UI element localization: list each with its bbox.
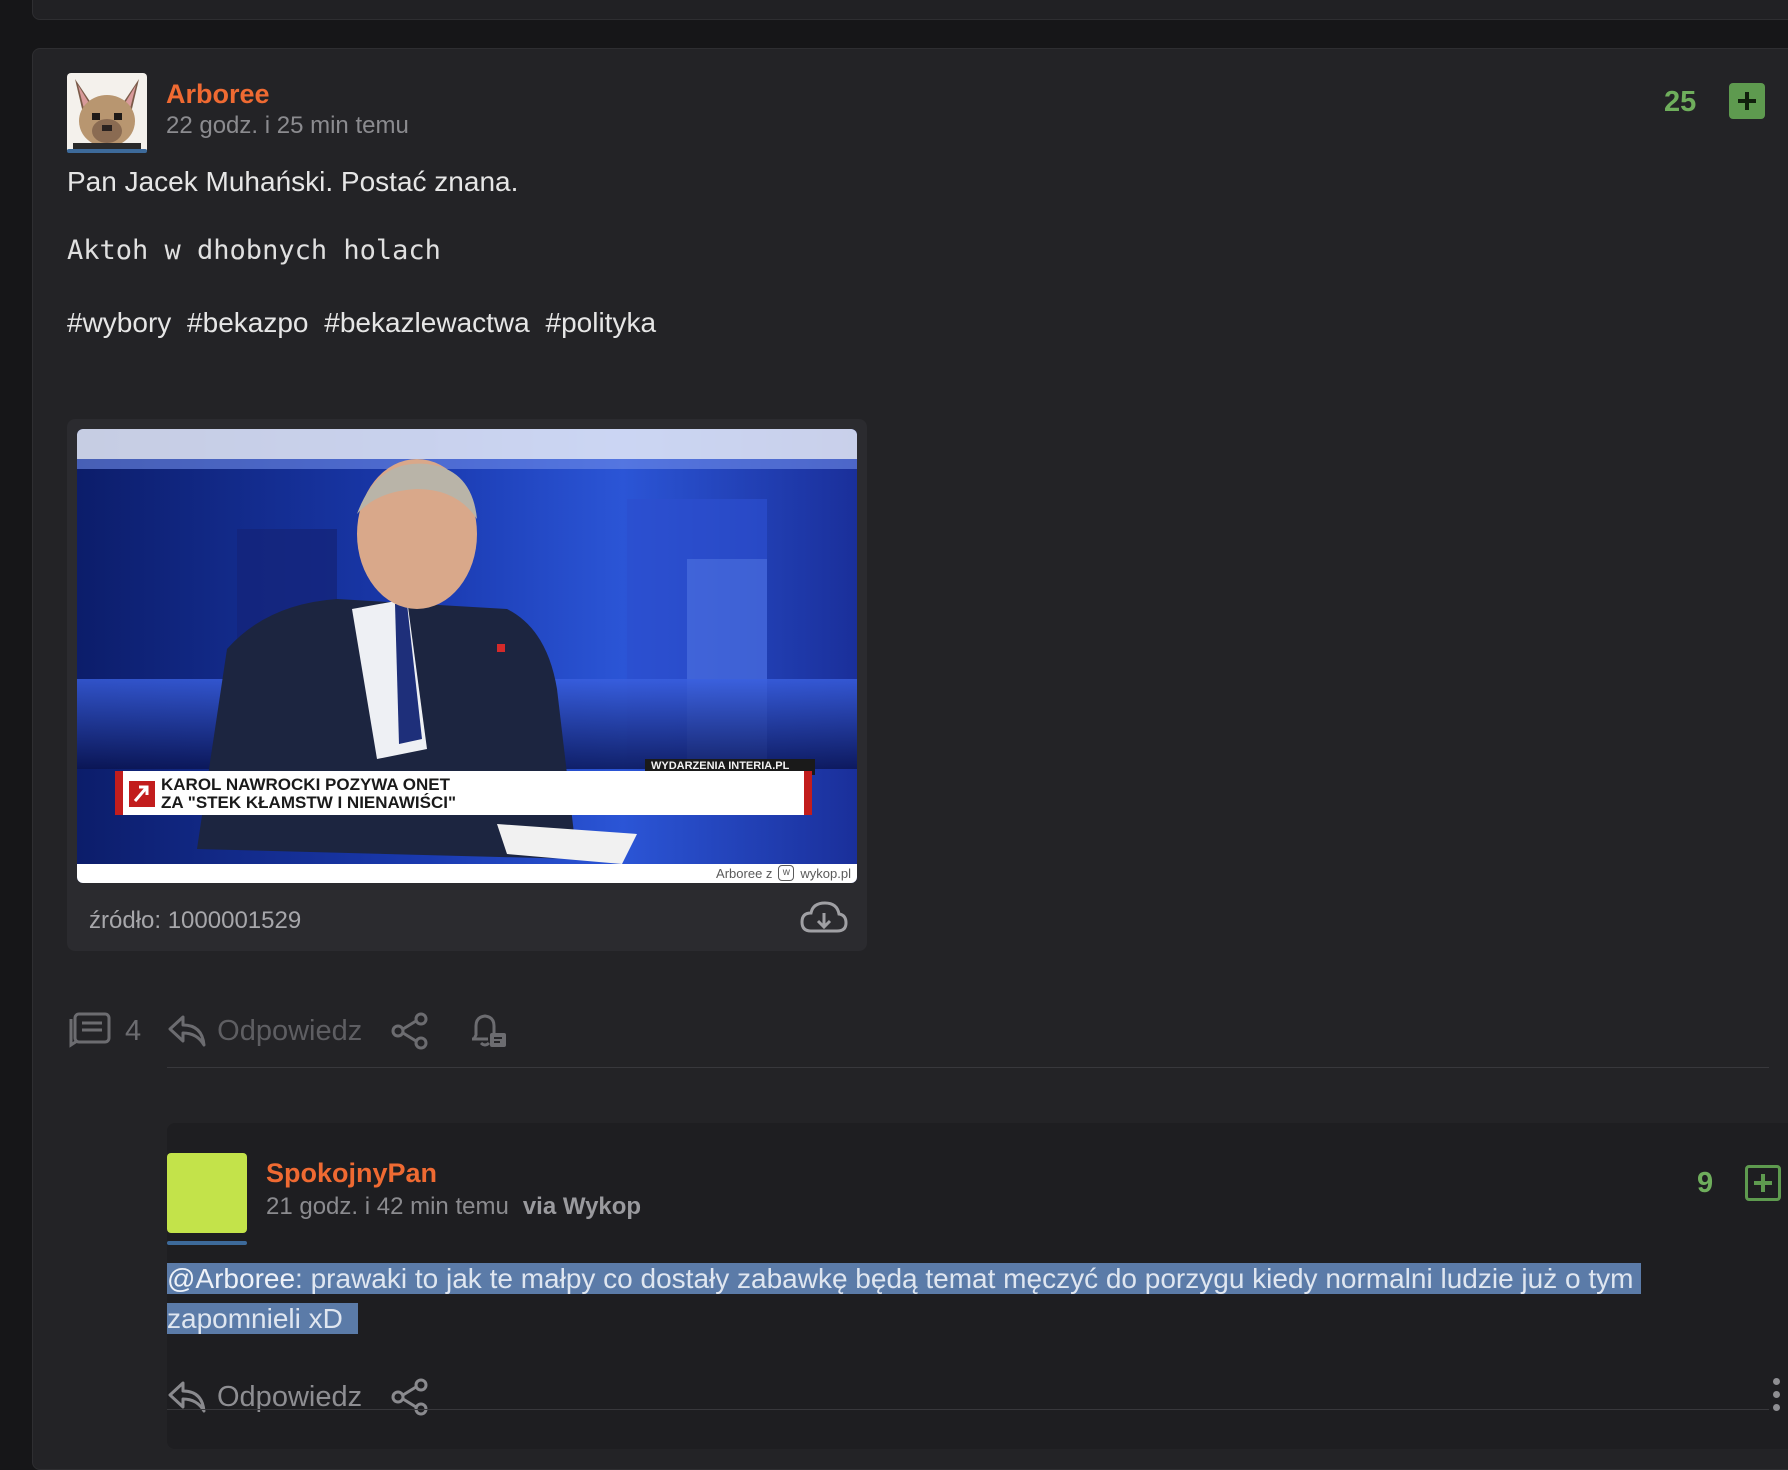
- share-button[interactable]: [388, 1011, 432, 1051]
- reply-author-username[interactable]: SpokojnyPan: [266, 1158, 437, 1189]
- reply-share-button[interactable]: [388, 1377, 432, 1417]
- reply-label: Odpowiedz: [217, 1014, 363, 1047]
- reply-time[interactable]: 21 godz. i 42 min temu: [266, 1193, 509, 1220]
- bell-icon: [472, 1014, 507, 1047]
- tag-link[interactable]: #bekazlewactwa: [324, 307, 529, 338]
- watermark-site: wykop.pl: [800, 865, 851, 881]
- caption-line: ZA "STEK KŁAMSTW I NIENAWIŚCI": [161, 793, 457, 812]
- mention-link[interactable]: @Arboree: [167, 1263, 295, 1294]
- media-embed: KAROL NAWROCKI POZYWA ONET ZA "STEK KŁAM…: [67, 419, 867, 951]
- wykop-logo-icon: w: [778, 865, 795, 881]
- avatar-underline: [167, 1241, 247, 1245]
- image-watermark: Arboree z w wykop.pl: [716, 865, 851, 881]
- post-tags: #wybory #bekazpo #bekazlewactwa #polityk…: [67, 307, 656, 339]
- author-avatar[interactable]: [67, 73, 147, 153]
- post-actions: 4 Odpowiedz: [67, 1011, 536, 1051]
- post-text-line: Pan Jacek Muhański. Postać znana.: [67, 166, 519, 197]
- divider: [167, 1067, 1769, 1068]
- comments-count: 4: [125, 1014, 142, 1047]
- kebab-menu-icon[interactable]: [1773, 1378, 1780, 1411]
- plus-icon: [1738, 92, 1756, 110]
- post-card: Arboree 22 godz. i 25 min temu 25 Pan Ja…: [32, 48, 1788, 1470]
- reply-arrow-icon: [168, 1015, 206, 1047]
- plus-icon: [1754, 1174, 1772, 1192]
- reply-text: @Arboree: prawaki to jak te małpy co dos…: [167, 1259, 1767, 1339]
- reply-text-line: zapomnieli xD: [167, 1303, 343, 1334]
- caption-line: KAROL NAWROCKI POZYWA ONET: [161, 775, 450, 794]
- download-cloud-icon[interactable]: [799, 899, 849, 944]
- reply-via: via Wykop: [522, 1193, 642, 1220]
- reply-upvote-button[interactable]: [1745, 1165, 1781, 1201]
- vote-count: 25: [1664, 86, 1697, 118]
- tag-link[interactable]: #bekazpo: [187, 307, 308, 338]
- tag-link[interactable]: #polityka: [546, 307, 657, 338]
- reply-timestamp: 21 godz. i 42 min temu via Wykop: [266, 1193, 641, 1221]
- author-username[interactable]: Arboree: [166, 79, 270, 110]
- tag-link[interactable]: #wybory: [67, 307, 171, 338]
- comments-button[interactable]: 4: [67, 1011, 141, 1051]
- upvote-button[interactable]: [1729, 83, 1765, 119]
- share-icon: [391, 1378, 428, 1416]
- watermark-user: Arboree z: [716, 865, 773, 881]
- reply-card: SpokojnyPan 21 godz. i 42 min temu via Wy…: [167, 1123, 1788, 1449]
- comments-icon: [69, 1012, 111, 1048]
- previous-post-card: [32, 0, 1788, 20]
- channel-tag: WYDARZENIA INTERIA.PL: [651, 760, 790, 772]
- post-image[interactable]: KAROL NAWROCKI POZYWA ONET ZA "STEK KŁAM…: [77, 429, 857, 883]
- avatar-underline: [67, 149, 147, 153]
- reply-author-avatar[interactable]: [167, 1153, 247, 1233]
- reply-actions: Odpowiedz: [167, 1377, 458, 1417]
- post-code-text: Aktoh w dhobnych holach: [67, 235, 441, 266]
- divider: [167, 1409, 1769, 1410]
- image-source-label: źródło: 1000001529: [89, 907, 302, 934]
- reply-vote-count: 9: [1697, 1167, 1714, 1199]
- reply-button[interactable]: Odpowiedz: [167, 1013, 362, 1049]
- share-icon: [391, 1012, 428, 1050]
- post-timestamp[interactable]: 22 godz. i 25 min temu: [166, 112, 409, 140]
- notify-button[interactable]: [468, 1011, 510, 1051]
- reply-text-line: : prawaki to jak te małpy co dostały zab…: [295, 1263, 1634, 1294]
